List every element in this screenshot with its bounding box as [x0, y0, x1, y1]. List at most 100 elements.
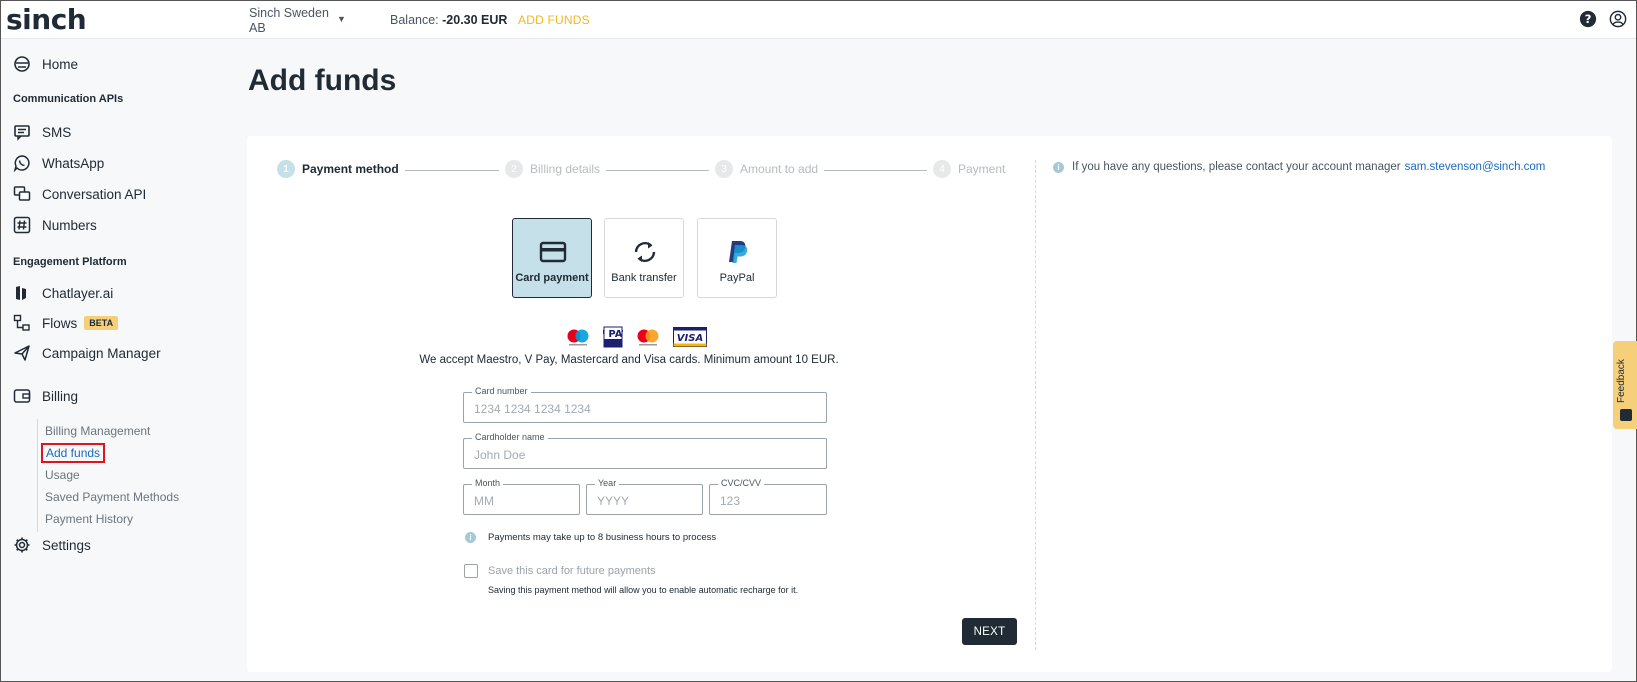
feedback-label: Feedback	[1616, 359, 1627, 403]
step-number: 2	[505, 160, 523, 178]
bank-transfer-option[interactable]: Bank transfer	[604, 218, 684, 298]
feedback-icon	[1620, 409, 1632, 421]
account-manager-note: i If you have any questions, please cont…	[1053, 161, 1545, 173]
card-payment-option[interactable]: Card payment	[512, 218, 592, 298]
chevron-down-icon[interactable]: ▼	[337, 14, 346, 24]
svg-text:?: ?	[1585, 12, 1592, 26]
processing-note-text: Payments may take up to 8 business hours…	[488, 532, 717, 543]
save-card-checkbox[interactable]	[464, 564, 478, 578]
sidebar: Home Communication APIs SMS WhatsApp Con…	[1, 39, 233, 681]
card-number-field[interactable]: Card number 1234 1234 1234 1234	[463, 386, 827, 423]
field-label: Card number	[472, 386, 531, 396]
vpay-icon: V PAY	[603, 326, 623, 348]
step-label: Payment	[958, 162, 1006, 176]
help-icon[interactable]: ?	[1579, 10, 1597, 28]
step-number: 3	[715, 160, 733, 178]
paypal-icon	[729, 241, 748, 263]
sidebar-item-numbers[interactable]: Numbers	[13, 213, 97, 237]
add-funds-card: 1 Payment method 2 Billing details 3 Amo…	[247, 136, 1612, 672]
sidebar-item-label: Settings	[42, 537, 91, 553]
section-communication-apis: Communication APIs	[13, 93, 124, 105]
sidebar-item-label: Campaign Manager	[42, 345, 161, 361]
visa-icon: VISA	[673, 327, 707, 347]
sidebar-item-label: Chatlayer.ai	[42, 285, 114, 301]
field-label: CVC/CVV	[718, 478, 765, 488]
step-number: 4	[933, 160, 951, 178]
sidebar-sub-saved-payment-methods[interactable]: Saved Payment Methods	[45, 490, 179, 504]
balance-label: Balance:	[390, 13, 439, 27]
account-manager-email-link[interactable]: sam.stevenson@sinch.com	[1405, 161, 1546, 173]
section-engagement-platform: Engagement Platform	[13, 256, 127, 268]
vertical-divider	[1035, 160, 1036, 650]
info-text: If you have any questions, please contac…	[1072, 161, 1401, 173]
maestro-icon	[567, 329, 589, 346]
accepted-cards-text: We accept Maestro, V Pay, Mastercard and…	[419, 354, 839, 366]
field-placeholder: John Doe	[474, 448, 526, 462]
balance-value: -20.30 EUR	[442, 13, 508, 27]
sidebar-item-conversation-api[interactable]: Conversation API	[13, 182, 146, 206]
hash-icon	[13, 216, 31, 234]
save-card-label[interactable]: Save this card for future payments	[488, 565, 656, 577]
chatlayer-icon	[13, 284, 31, 302]
sidebar-sub-payment-history[interactable]: Payment History	[45, 512, 133, 526]
sidebar-item-home[interactable]: Home	[13, 52, 78, 76]
field-label: Year	[595, 478, 620, 488]
accepted-cards-logos: V PAY VISA	[565, 326, 707, 348]
beta-badge: BETA	[84, 316, 119, 330]
step-billing-details: 2 Billing details	[499, 160, 607, 178]
option-label: Bank transfer	[611, 272, 677, 284]
visa-wordmark: VISA	[677, 333, 703, 344]
info-icon: i	[1053, 161, 1064, 173]
next-button[interactable]: NEXT	[962, 618, 1017, 645]
sidebar-item-flows[interactable]: Flows BETA	[13, 311, 119, 335]
user-account-icon[interactable]	[1609, 10, 1627, 28]
option-label: Card payment	[515, 272, 589, 284]
month-field[interactable]: Month MM	[463, 478, 580, 515]
field-label: Cardholder name	[472, 432, 548, 442]
cvc-field[interactable]: CVC/CVV 123	[709, 478, 827, 515]
whatsapp-icon	[13, 154, 31, 172]
sidebar-item-label: Numbers	[42, 217, 97, 233]
paypal-option[interactable]: PayPal	[697, 218, 777, 298]
field-placeholder: MM	[474, 494, 494, 508]
sidebar-item-label: Flows	[42, 315, 78, 331]
add-funds-link[interactable]: ADD FUNDS	[518, 13, 590, 27]
billing-sub-divider	[37, 419, 38, 532]
cardholder-name-field[interactable]: Cardholder name John Doe	[463, 432, 827, 469]
year-field[interactable]: Year YYYY	[586, 478, 703, 515]
sinch-logo[interactable]: sinch	[6, 3, 87, 36]
sidebar-item-label: Conversation API	[42, 186, 147, 202]
sidebar-item-chatlayer[interactable]: Chatlayer.ai	[13, 281, 113, 305]
sidebar-item-campaign-manager[interactable]: Campaign Manager	[13, 341, 161, 365]
sidebar-sub-billing-management[interactable]: Billing Management	[45, 424, 150, 438]
message-icon	[13, 123, 31, 141]
sidebar-item-billing[interactable]: Billing	[13, 384, 78, 408]
processing-note: i Payments may take up to 8 business hou…	[465, 532, 716, 543]
step-label: Billing details	[530, 162, 601, 176]
sidebar-item-whatsapp[interactable]: WhatsApp	[13, 151, 104, 175]
step-label: Payment method	[302, 162, 399, 176]
account-selector[interactable]: Sinch Sweden AB	[249, 6, 339, 36]
gear-icon	[13, 536, 31, 554]
sidebar-sub-add-funds[interactable]: Add funds	[41, 443, 106, 463]
sidebar-item-sms[interactable]: SMS	[13, 120, 71, 144]
info-icon: i	[465, 532, 476, 543]
sidebar-item-label: Billing	[42, 388, 79, 404]
send-icon	[13, 344, 31, 362]
save-card-description: Saving this payment method will allow yo…	[488, 585, 799, 595]
field-placeholder: 1234 1234 1234 1234	[474, 402, 591, 416]
step-number: 1	[277, 160, 295, 178]
flows-icon	[13, 314, 31, 332]
feedback-tab[interactable]: Feedback	[1613, 341, 1637, 429]
sidebar-sub-usage[interactable]: Usage	[45, 468, 80, 482]
wallet-icon	[13, 387, 31, 405]
balance-display: Balance: -20.30 EUR	[390, 13, 507, 27]
field-placeholder: 123	[720, 494, 741, 508]
step-payment-method: 1 Payment method	[277, 160, 405, 178]
mastercard-icon	[637, 329, 659, 346]
option-label: PayPal	[719, 272, 755, 284]
page-title: Add funds	[248, 64, 397, 97]
vpay-wordmark: V PAY	[603, 329, 623, 340]
sidebar-item-settings[interactable]: Settings	[13, 533, 91, 557]
step-label: Amount to add	[740, 162, 819, 176]
